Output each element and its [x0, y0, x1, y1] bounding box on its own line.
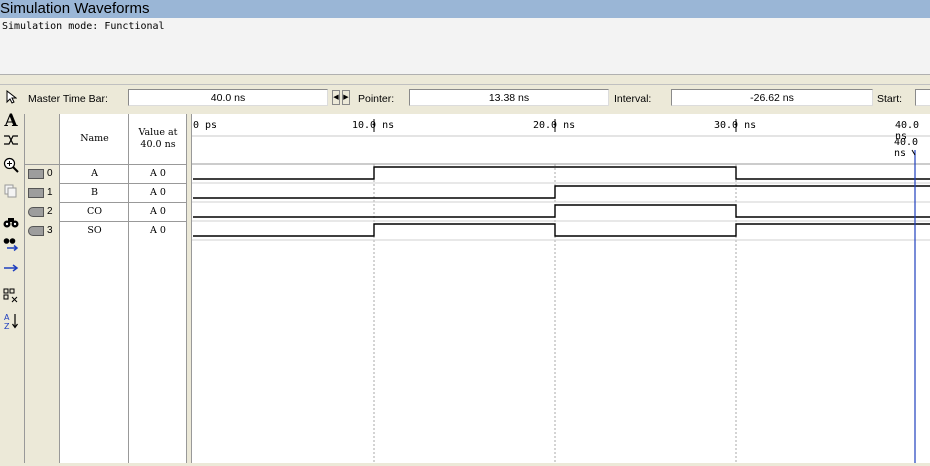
- node-name[interactable]: B: [60, 183, 129, 202]
- window-title-bar: Simulation Waveforms: [0, 0, 930, 18]
- pointer-arrow-icon[interactable]: [1, 89, 21, 110]
- node-name[interactable]: CO: [60, 202, 129, 221]
- panel-separator: [0, 75, 930, 85]
- node-value: A 0: [150, 168, 166, 179]
- node-value: A 0: [150, 225, 166, 236]
- node-id: 3: [47, 225, 53, 236]
- node-id: 2: [47, 206, 53, 217]
- svg-text:A: A: [4, 313, 10, 322]
- find-icon[interactable]: [1, 214, 21, 234]
- node-arrow-icon[interactable]: [1, 260, 21, 280]
- text-tool-icon[interactable]: A: [1, 111, 21, 131]
- simulation-mode-text: Simulation mode: Functional: [2, 21, 165, 32]
- waveform-edit-icon[interactable]: [1, 133, 21, 153]
- replace-icon[interactable]: [1, 236, 21, 256]
- node-id: 1: [47, 187, 53, 198]
- pointer-field[interactable]: 13.38 ns: [409, 89, 609, 106]
- output-pin-icon: [28, 226, 44, 236]
- value-header-line2: 40.0 ns: [140, 139, 176, 150]
- node-id: 0: [47, 168, 53, 179]
- node-name[interactable]: SO: [60, 221, 129, 240]
- node-value: A 0: [150, 206, 166, 217]
- arrow-right-icon: ▶: [343, 94, 349, 101]
- master-time-bar-label: Master Time Bar:: [28, 93, 108, 105]
- timeline-tick: 0 ps: [193, 120, 218, 131]
- time-bar: Master Time Bar: 40.0 ns ◀ ▶ Pointer: 13…: [0, 86, 930, 112]
- start-label: Start:: [877, 93, 903, 105]
- pointer-label: Pointer:: [358, 93, 395, 105]
- timeline-tick: 20.0 ns: [533, 120, 576, 131]
- sort-icon[interactable]: AZ: [1, 312, 21, 332]
- node-value: A 0: [150, 187, 166, 198]
- master-marker-label: 40.0 ns: [894, 137, 919, 159]
- master-time-next-button[interactable]: ▶: [342, 90, 350, 105]
- input-pin-icon: [28, 188, 44, 198]
- value-header-line1: Value at: [138, 127, 178, 138]
- start-field[interactable]: [915, 89, 930, 106]
- output-pin-icon: [28, 207, 44, 217]
- waveform-a: [193, 166, 930, 180]
- node-name[interactable]: A: [60, 164, 129, 183]
- waveform-grid: Name Value at 40.0 ns 0 A A 0 1 B A 0 2 …: [24, 114, 930, 463]
- name-header[interactable]: Name: [60, 133, 129, 144]
- zoom-icon[interactable]: [1, 157, 21, 177]
- interval-label: Interval:: [614, 93, 652, 105]
- waveform-panel[interactable]: 0 ps 10.0 ns 20.0 ns 30.0 ns 40.0 ns 40.…: [192, 114, 930, 463]
- waveform-b: [193, 185, 930, 199]
- simulation-mode-panel: Simulation mode: Functional: [0, 18, 930, 75]
- window-title: Simulation Waveforms: [0, 0, 150, 17]
- waveform-toolbar: A AZ: [0, 86, 24, 463]
- waveform-co: [193, 204, 930, 218]
- interval-field[interactable]: -26.62 ns: [671, 89, 873, 106]
- copy-icon[interactable]: [1, 184, 21, 204]
- waveform-so: [193, 223, 930, 237]
- master-time-bar-field[interactable]: 40.0 ns: [128, 89, 328, 106]
- timeline-tick: 30.0 ns: [714, 120, 757, 131]
- node-id-column: [24, 114, 60, 463]
- svg-text:Z: Z: [4, 322, 10, 330]
- timeline-tick: 10.0 ns: [352, 120, 395, 131]
- input-pin-icon: [28, 169, 44, 179]
- group-icon[interactable]: [1, 288, 21, 308]
- waveform-canvas[interactable]: [192, 114, 930, 463]
- master-time-prev-button[interactable]: ◀: [332, 90, 340, 105]
- arrow-left-icon: ◀: [333, 94, 339, 101]
